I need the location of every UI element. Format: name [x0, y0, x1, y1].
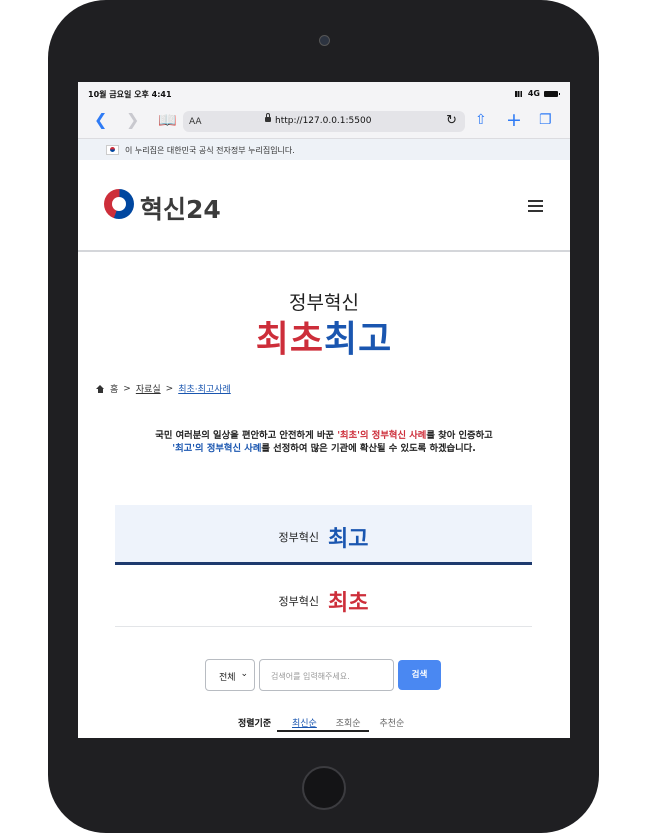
- browser-toolbar: ❮ ❯ 📖 AA http://127.0.0.1:5500 ↻ ⇧ + ❐: [78, 104, 570, 139]
- signal-icon: [514, 90, 524, 97]
- search-button[interactable]: 검색: [398, 660, 441, 690]
- intro-line1-a: 국민 여러분의 일상을 편안하고 안전하게 바꾼: [155, 430, 338, 441]
- breadcrumb-current[interactable]: 최초·최고사례: [178, 382, 231, 395]
- chevron-down-icon: ⌄: [240, 669, 248, 679]
- book-icon[interactable]: 📖: [158, 110, 177, 130]
- lock-icon: [265, 113, 271, 122]
- hamburger-menu-icon[interactable]: [528, 200, 543, 212]
- network-label: 4G: [527, 89, 540, 98]
- intro-line1-highlight: '최초'의 정부혁신 사례: [337, 430, 427, 441]
- tab-first[interactable]: 정부혁신 최초: [115, 569, 532, 627]
- hero-title-best: 최고: [324, 319, 393, 360]
- site-header: 혁신24: [78, 160, 570, 252]
- url-bar[interactable]: AA http://127.0.0.1:5500 ↻: [183, 111, 465, 132]
- breadcrumb-archive[interactable]: 자료실: [136, 382, 161, 395]
- breadcrumb-separator: >: [123, 383, 131, 394]
- tab-best[interactable]: 정부혁신 최고: [115, 505, 532, 565]
- tab-best-big: 최고: [328, 527, 369, 552]
- plus-icon[interactable]: +: [506, 110, 522, 130]
- intro-text: 국민 여러분의 일상을 편안하고 안전하게 바꾼 '최초'의 정부혁신 사례를 …: [98, 429, 550, 455]
- gov-notice-text: 이 누리집은 대한민국 공식 전자정부 누리집입니다.: [125, 146, 295, 155]
- intro-line1-b: 를 찾아 인증하고: [426, 430, 493, 441]
- intro-line2-b: 를 선정하여 많은 기관에 확산될 수 있도록 하겠습니다.: [261, 443, 476, 454]
- tabs-icon[interactable]: ❐: [539, 110, 552, 130]
- share-icon[interactable]: ⇧: [475, 110, 487, 130]
- hero-title-first: 최초: [255, 319, 324, 360]
- url-text: http://127.0.0.1:5500: [275, 116, 372, 126]
- battery-icon: [544, 90, 560, 97]
- tab-first-big: 최초: [328, 591, 369, 616]
- breadcrumb-home[interactable]: 홈: [110, 382, 118, 395]
- korea-flag-icon: [106, 145, 119, 155]
- tab-first-small: 정부혁신: [278, 595, 319, 608]
- sort-recommend[interactable]: 추천순: [379, 719, 404, 729]
- home-button[interactable]: [302, 766, 346, 810]
- home-icon[interactable]: [96, 384, 105, 393]
- sort-bar: 정렬기준 최신순 조회순 추천순: [238, 716, 420, 729]
- status-bar: 10월 금요일 오후 4:41 4G: [78, 82, 570, 104]
- category-select-value: 전체: [219, 673, 236, 683]
- back-chevron-icon[interactable]: ❮: [94, 110, 107, 130]
- sort-views[interactable]: 조회순: [336, 719, 361, 729]
- sort-latest[interactable]: 최신순: [292, 719, 317, 729]
- gov-notice-banner: 이 누리집은 대한민국 공식 전자정부 누리집입니다.: [78, 139, 570, 160]
- screen: 10월 금요일 오후 4:41 4G ❮ ❯ 📖 AA http://127.0…: [78, 82, 570, 738]
- status-time: 10월 금요일 오후 4:41: [88, 90, 172, 99]
- sort-label: 정렬기준: [238, 719, 272, 729]
- breadcrumb: 홈 > 자료실 > 최초·최고사례: [96, 382, 231, 395]
- sort-underline: [277, 730, 369, 732]
- site-logo-text[interactable]: 혁신24: [140, 190, 221, 226]
- hero-title: 최초최고: [78, 310, 570, 362]
- front-camera: [319, 35, 330, 46]
- tab-best-small: 정부혁신: [278, 531, 319, 544]
- search-placeholder: 검색어를 입력해주세요.: [271, 672, 350, 681]
- category-select[interactable]: 전체 ⌄: [205, 659, 255, 691]
- intro-line2-highlight: '최고'의 정부혁신 사례: [172, 443, 262, 454]
- reload-icon[interactable]: ↻: [446, 113, 457, 128]
- search-input[interactable]: 검색어를 입력해주세요.: [259, 659, 394, 691]
- text-size-button[interactable]: AA: [189, 117, 202, 127]
- taegeuk-logo-icon[interactable]: [104, 189, 134, 219]
- breadcrumb-separator: >: [165, 383, 174, 394]
- forward-chevron-icon[interactable]: ❯: [126, 110, 139, 130]
